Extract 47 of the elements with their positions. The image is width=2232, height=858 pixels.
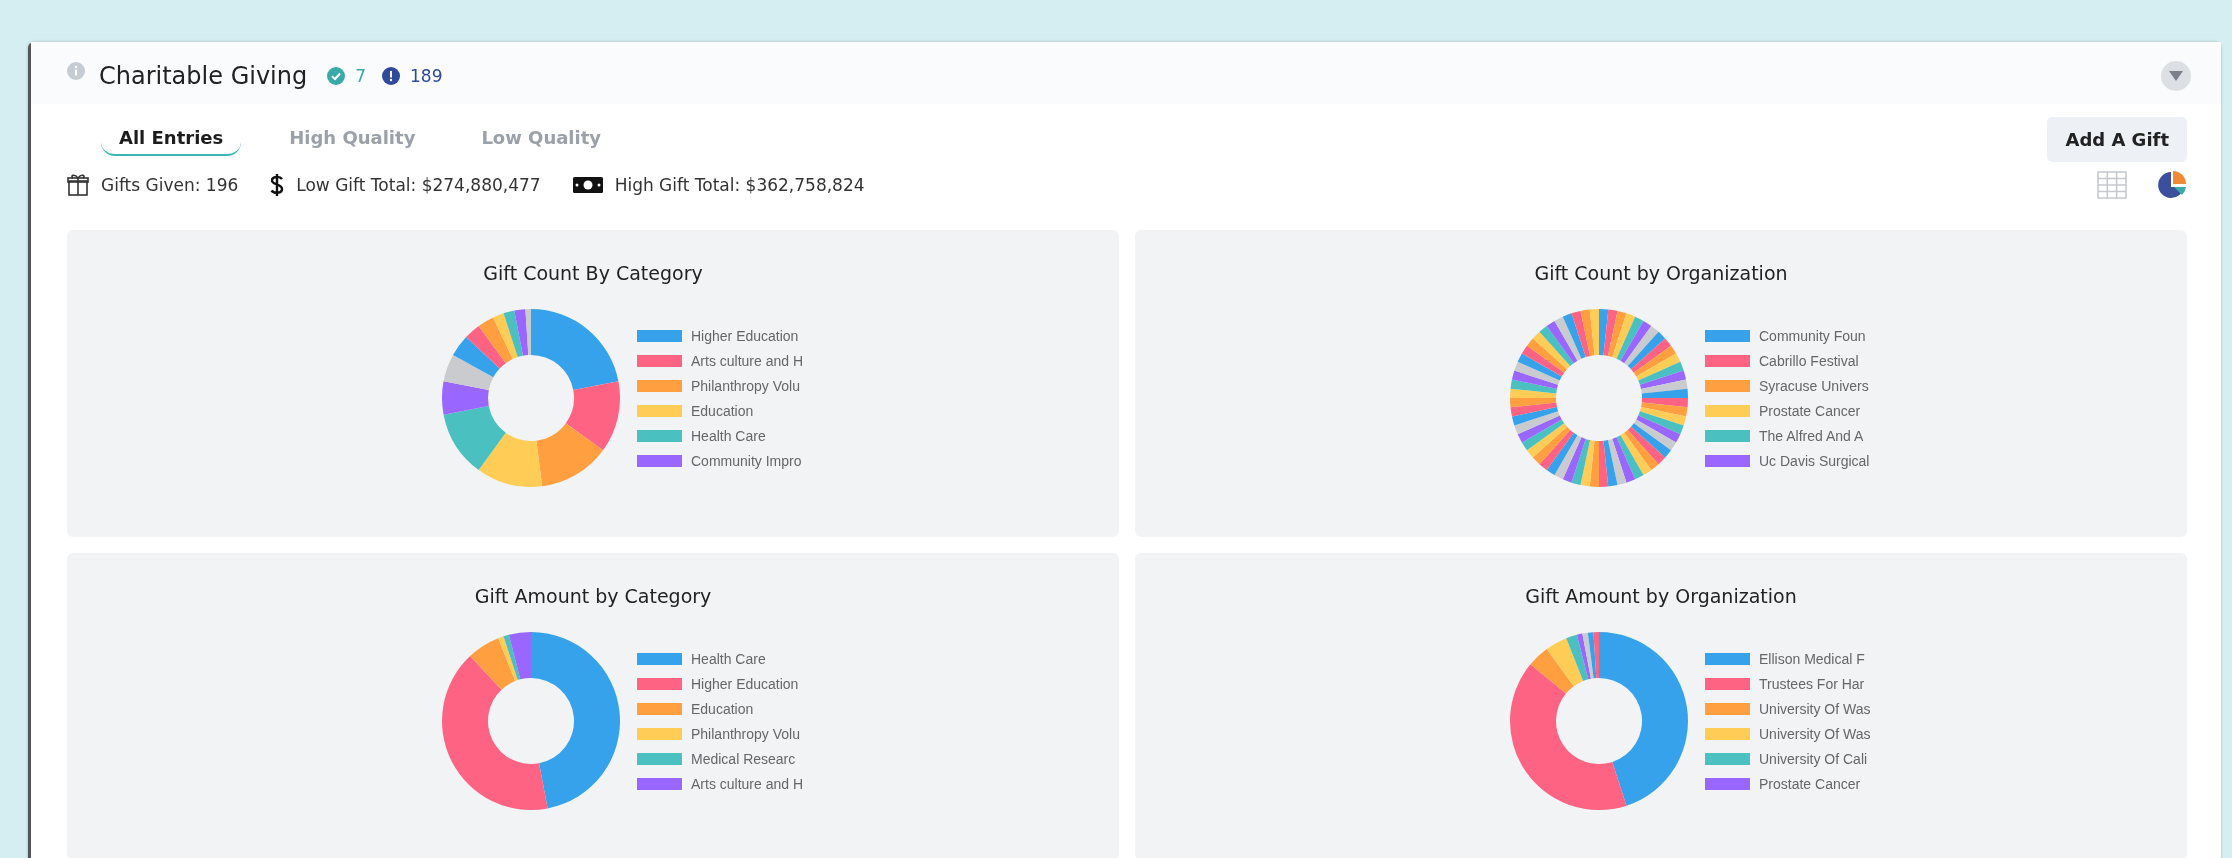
chart-title: Gift Count By Category [483, 262, 703, 284]
filter-tab[interactable]: All Entries [101, 122, 242, 156]
check-circle-icon [327, 67, 346, 85]
legend-label: Higher Education [691, 327, 799, 344]
alert-circle-icon [382, 67, 401, 85]
pie-chart-icon[interactable] [2157, 170, 2187, 200]
legend-label: Community Impro [691, 452, 802, 469]
gift-icon [67, 173, 89, 197]
legend-label: Cabrillo Festival [1759, 352, 1859, 369]
chart-title: Gift Count by Organization [1534, 262, 1788, 284]
donut-slice [478, 432, 543, 487]
legend-label: Education [691, 700, 754, 717]
stat-text: Low Gift Total: $274,880,477 [296, 175, 541, 195]
banknote-icon [572, 176, 603, 194]
add-gift-button[interactable]: Add A Gift [2047, 116, 2187, 162]
legend-label: Prostate Cancer [1759, 402, 1861, 419]
section-title: Charitable Giving [99, 62, 308, 90]
legend-label: Ellison Medical F [1759, 650, 1865, 667]
alert-count: 189 [410, 66, 443, 86]
legend-label: Philanthropy Volu [691, 725, 800, 742]
dollar-icon [270, 173, 285, 197]
legend-label: Arts culture and H [691, 352, 804, 369]
legend-label: Community Foun [1759, 327, 1866, 344]
verified-count: 7 [355, 66, 367, 86]
legend-label: Education [691, 402, 754, 419]
legend-label: Arts culture and H [691, 775, 804, 792]
legend-label: The Alfred And A [1759, 427, 1864, 444]
legend-label: University Of Was [1759, 700, 1871, 717]
legend-label: Health Care [691, 427, 766, 444]
legend-label: University Of Was [1759, 725, 1871, 742]
chart-title: Gift Amount by Category [474, 585, 712, 607]
legend-label: University Of Cali [1759, 750, 1868, 767]
legend-label: Higher Education [691, 675, 799, 692]
caret-icon [2169, 71, 2183, 81]
stat-text: High Gift Total: $362,758,824 [614, 175, 865, 195]
chart-title: Gift Amount by Organization [1525, 585, 1797, 607]
legend-label: Uc Davis Surgical [1759, 452, 1870, 469]
legend-label: Syracuse Univers [1759, 377, 1869, 394]
legend-label: Prostate Cancer [1759, 775, 1861, 792]
legend-label: Health Care [691, 650, 766, 667]
legend-label: Medical Researc [691, 750, 796, 767]
legend-label: Trustees For Har [1759, 675, 1865, 692]
stat-text: Gifts Given: 196 [101, 175, 239, 195]
collapse-button[interactable] [2161, 61, 2191, 91]
donut-slice [536, 423, 603, 487]
legend-label: Philanthropy Volu [691, 377, 800, 394]
info-icon [67, 62, 85, 80]
